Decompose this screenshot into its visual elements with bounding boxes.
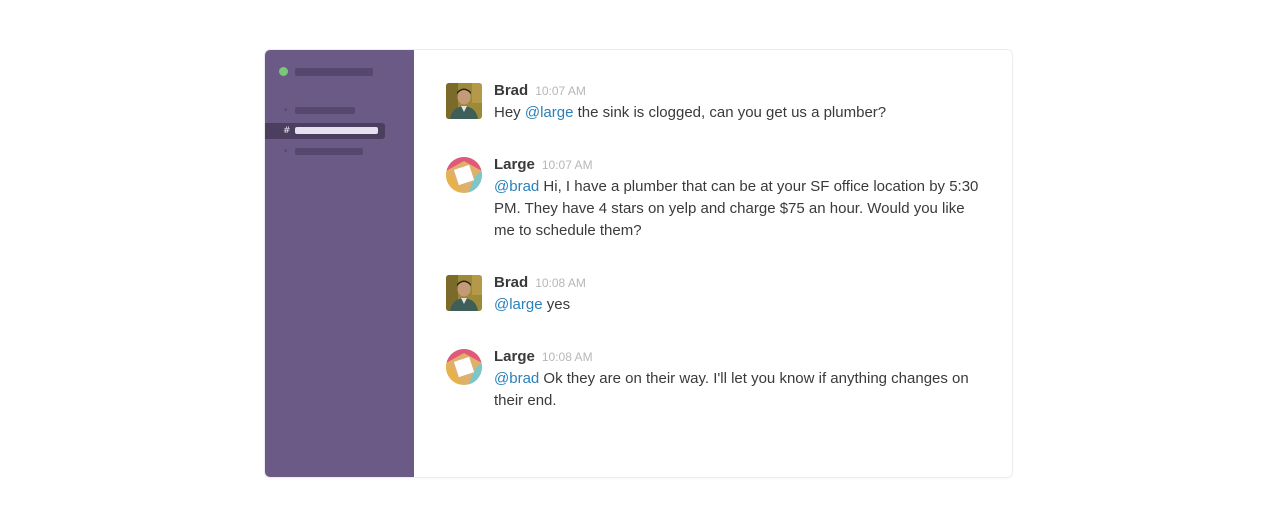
online-status-icon: [279, 67, 288, 76]
message-content: Brad 10:07 AM Hey @large the sink is clog…: [494, 81, 984, 124]
message-body-text: Hi, I have a plumber that can be at your…: [494, 178, 979, 239]
channel-name-placeholder: [295, 127, 378, 134]
message-text: @brad Ok they are on their way. I'll let…: [494, 368, 984, 412]
large-logo-avatar[interactable]: [446, 157, 482, 193]
user-mention[interactable]: @large: [525, 104, 574, 121]
sender-name[interactable]: Brad: [494, 274, 528, 291]
sender-name[interactable]: Large: [494, 156, 535, 173]
message-text: @large yes: [494, 294, 984, 316]
message-pane: Brad 10:07 AM Hey @large the sink is clog…: [414, 50, 1012, 477]
large-logo-avatar[interactable]: [446, 349, 482, 385]
sender-name[interactable]: Brad: [494, 82, 528, 99]
message-content: Large 10:07 AM @brad Hi, I have a plumber…: [494, 155, 984, 242]
user-mention[interactable]: @large: [494, 296, 543, 313]
channel-name-placeholder: [295, 107, 355, 114]
channel-bullet-icon: •: [283, 147, 289, 157]
sidebar-channel-1[interactable]: •: [265, 103, 414, 119]
message-content: Large 10:08 AM @brad Ok they are on their…: [494, 347, 984, 412]
message-timestamp[interactable]: 10:08 AM: [535, 276, 586, 290]
message-text: Hey @large the sink is clogged, can you …: [494, 102, 984, 124]
message-content: Brad 10:08 AM @large yes: [494, 273, 984, 316]
sender-name[interactable]: Large: [494, 348, 535, 365]
sidebar-channel-3[interactable]: •: [265, 144, 414, 160]
chat-window: • # • Brad 10:07 AM Hey @large the sink …: [265, 50, 1012, 477]
sidebar: • # •: [265, 50, 414, 477]
message-text: @brad Hi, I have a plumber that can be a…: [494, 176, 984, 242]
message-body-text: the sink is clogged, can you get us a pl…: [577, 104, 887, 121]
user-photo-avatar[interactable]: [446, 83, 482, 119]
sidebar-channel-active[interactable]: #: [265, 123, 385, 139]
message-body-text: yes: [546, 296, 571, 313]
message-timestamp[interactable]: 10:07 AM: [535, 84, 586, 98]
team-name-placeholder[interactable]: [295, 68, 373, 76]
hash-icon: #: [283, 126, 291, 136]
user-photo-avatar[interactable]: [446, 275, 482, 311]
message-prefix: Hey: [494, 104, 525, 121]
channel-bullet-icon: •: [283, 106, 289, 116]
message-timestamp[interactable]: 10:08 AM: [542, 350, 593, 364]
message-timestamp[interactable]: 10:07 AM: [542, 158, 593, 172]
message-body-text: Ok they are on their way. I'll let you k…: [494, 370, 969, 409]
user-mention[interactable]: @brad: [494, 370, 539, 387]
user-mention[interactable]: @brad: [494, 178, 539, 195]
channel-name-placeholder: [295, 148, 363, 155]
